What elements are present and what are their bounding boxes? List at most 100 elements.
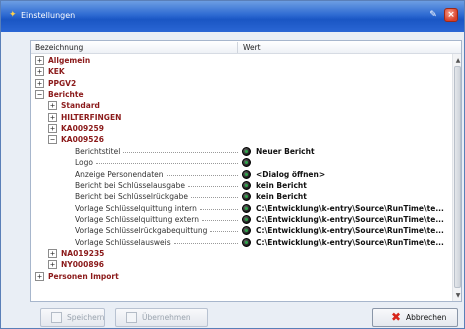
expand-icon[interactable]: + (48, 112, 57, 122)
property-label: Berichtstitel (75, 146, 121, 156)
property-edit-icon[interactable] (242, 214, 251, 224)
property-row[interactable]: Vorlage Schlüsselausweis C:\Entwicklung\k… (31, 237, 452, 248)
cancel-button-label: Abbrechen (406, 313, 447, 322)
expand-icon[interactable]: + (48, 124, 57, 134)
property-value[interactable]: kein Bericht (256, 191, 307, 202)
leader-line (202, 219, 238, 221)
tree-node[interactable]: − Berichte (31, 89, 452, 100)
property-edit-icon[interactable] (242, 180, 251, 190)
settings-window: ✦ Einstellungen ✎ × Bezeichnung Wert + Al… (0, 0, 465, 329)
expand-icon[interactable]: + (35, 78, 44, 88)
leader-line (210, 231, 238, 233)
property-row[interactable]: Vorlage Schlüsselquittung extern C:\Entwi… (31, 214, 452, 225)
property-value[interactable]: C:\Entwicklung\k-entry\Source\RunTime\te… (256, 214, 444, 225)
tree-node[interactable]: + Personen Import (31, 271, 452, 282)
apply-button[interactable]: Übernehmen (115, 308, 208, 327)
property-label: Vorlage Schlüsselrückgabequittung (75, 226, 208, 236)
expand-icon[interactable]: + (48, 260, 57, 270)
title-bar[interactable]: ✦ Einstellungen ✎ × (1, 1, 464, 32)
property-row[interactable]: Anzeige Personendaten <Dialog öffnen> (31, 169, 452, 180)
tree-node[interactable]: + Standard (31, 100, 452, 111)
settings-tree-panel: Bezeichnung Wert + Allgemein + KEK + PPGV2− Be… (30, 40, 462, 302)
tree-node[interactable]: + NA019235 (31, 248, 452, 259)
property-value[interactable]: C:\Entwicklung\k-entry\Source\RunTime\te… (256, 203, 444, 214)
column-separator[interactable] (237, 42, 238, 53)
tree-node-label[interactable]: Standard (61, 100, 100, 111)
tree-node-label[interactable]: KA009259 (61, 123, 104, 134)
property-label: Bericht bei Schlüsselausgabe (75, 180, 185, 190)
property-value[interactable]: <Dialog öffnen> (256, 169, 325, 180)
property-edit-icon[interactable] (242, 237, 251, 247)
column-header-name[interactable]: Bezeichnung (35, 43, 83, 53)
column-header-value[interactable]: Wert (243, 43, 261, 53)
tree-node[interactable]: + KEK (31, 66, 452, 77)
property-value[interactable]: Neuer Bericht (256, 146, 315, 157)
tree-node[interactable]: + Allgemein (31, 55, 452, 66)
property-edit-icon[interactable] (242, 146, 251, 156)
column-header: Bezeichnung Wert (31, 41, 461, 54)
tree-node[interactable]: + KA009259 (31, 123, 452, 134)
property-row[interactable]: Bericht bei Schlüsselausgabe kein Bericht (31, 180, 452, 191)
property-edit-icon[interactable] (242, 158, 251, 168)
leader-line (96, 163, 238, 165)
property-value[interactable]: C:\Entwicklung\k-entry\Source\RunTime\te… (256, 237, 444, 248)
property-row[interactable]: Bericht bei Schlüsselrückgabe kein Berich… (31, 191, 452, 202)
property-label: Logo (75, 158, 93, 168)
property-edit-icon[interactable] (242, 203, 251, 213)
apply-button-label: Übernehmen (142, 313, 191, 322)
leader-line (174, 242, 238, 244)
tree-node[interactable]: + HILTERFINGEN (31, 112, 452, 123)
expand-icon[interactable]: + (48, 248, 57, 258)
save-button[interactable]: Speichern (40, 308, 105, 327)
expand-icon[interactable]: + (35, 67, 44, 77)
apply-icon (126, 312, 137, 323)
property-row[interactable]: Vorlage Schlüsselrückgabequittung C:\Entw… (31, 225, 452, 236)
leader-line (188, 185, 238, 187)
app-icon: ✦ (9, 10, 17, 20)
settings-tree: + Allgemein + KEK + PPGV2− Berichte + Standard + H… (31, 54, 452, 301)
tree-node[interactable]: − KA009526 (31, 134, 452, 145)
save-button-label: Speichern (67, 313, 105, 322)
property-edit-icon[interactable] (242, 192, 251, 202)
scroll-up-icon[interactable]: ▲ (453, 56, 461, 65)
tree-node-label[interactable]: Berichte (48, 89, 84, 100)
leader-line (167, 174, 238, 176)
pin-icon[interactable]: ✎ (426, 8, 440, 22)
tree-node-label[interactable]: KEK (48, 66, 65, 77)
property-edit-icon[interactable] (242, 169, 251, 179)
leader-line (200, 208, 238, 210)
close-button[interactable]: × (444, 8, 458, 22)
property-row[interactable]: Berichtstitel Neuer Bericht (31, 146, 452, 157)
vertical-scrollbar[interactable]: ▲ ▼ (452, 54, 461, 301)
property-label: Vorlage Schlüsselquittung extern (75, 214, 199, 224)
tree-node-label[interactable]: NA019235 (61, 248, 104, 259)
expand-icon[interactable]: + (48, 101, 57, 111)
cancel-icon: ✖ (391, 310, 402, 324)
tree-node-label[interactable]: Allgemein (48, 55, 90, 66)
save-icon (51, 312, 62, 323)
property-edit-icon[interactable] (242, 226, 251, 236)
property-label: Vorlage Schlüsselquittung intern (75, 203, 197, 213)
property-row[interactable]: Logo (31, 157, 452, 168)
property-label: Bericht bei Schlüsselrückgabe (75, 192, 188, 202)
cancel-button[interactable]: ✖ Abbrechen (372, 308, 458, 327)
expand-icon[interactable]: + (35, 56, 44, 65)
tree-node-label[interactable]: PPGV2 (48, 78, 76, 89)
tree-node-label[interactable]: Personen Import (48, 271, 119, 282)
expand-icon[interactable]: + (35, 271, 44, 281)
tree-node[interactable]: + NY000896 (31, 259, 452, 270)
property-label: Anzeige Personendaten (75, 169, 164, 179)
property-row[interactable]: Vorlage Schlüsselquittung intern C:\Entwi… (31, 203, 452, 214)
tree-node-label[interactable]: HILTERFINGEN (61, 112, 121, 123)
scroll-thumb[interactable] (454, 66, 461, 288)
property-value[interactable]: C:\Entwicklung\k-entry\Source\RunTime\te… (256, 225, 444, 236)
scroll-down-icon[interactable]: ▼ (453, 291, 461, 300)
collapse-icon[interactable]: − (35, 90, 44, 100)
property-value[interactable]: kein Bericht (256, 180, 307, 191)
tree-node-label[interactable]: KA009526 (61, 134, 104, 145)
tree-node[interactable]: + PPGV2 (31, 78, 452, 89)
collapse-icon[interactable]: − (48, 135, 57, 145)
tree-node-label[interactable]: NY000896 (61, 259, 104, 270)
leader-line (191, 197, 238, 199)
window-title: Einstellungen (21, 11, 76, 20)
